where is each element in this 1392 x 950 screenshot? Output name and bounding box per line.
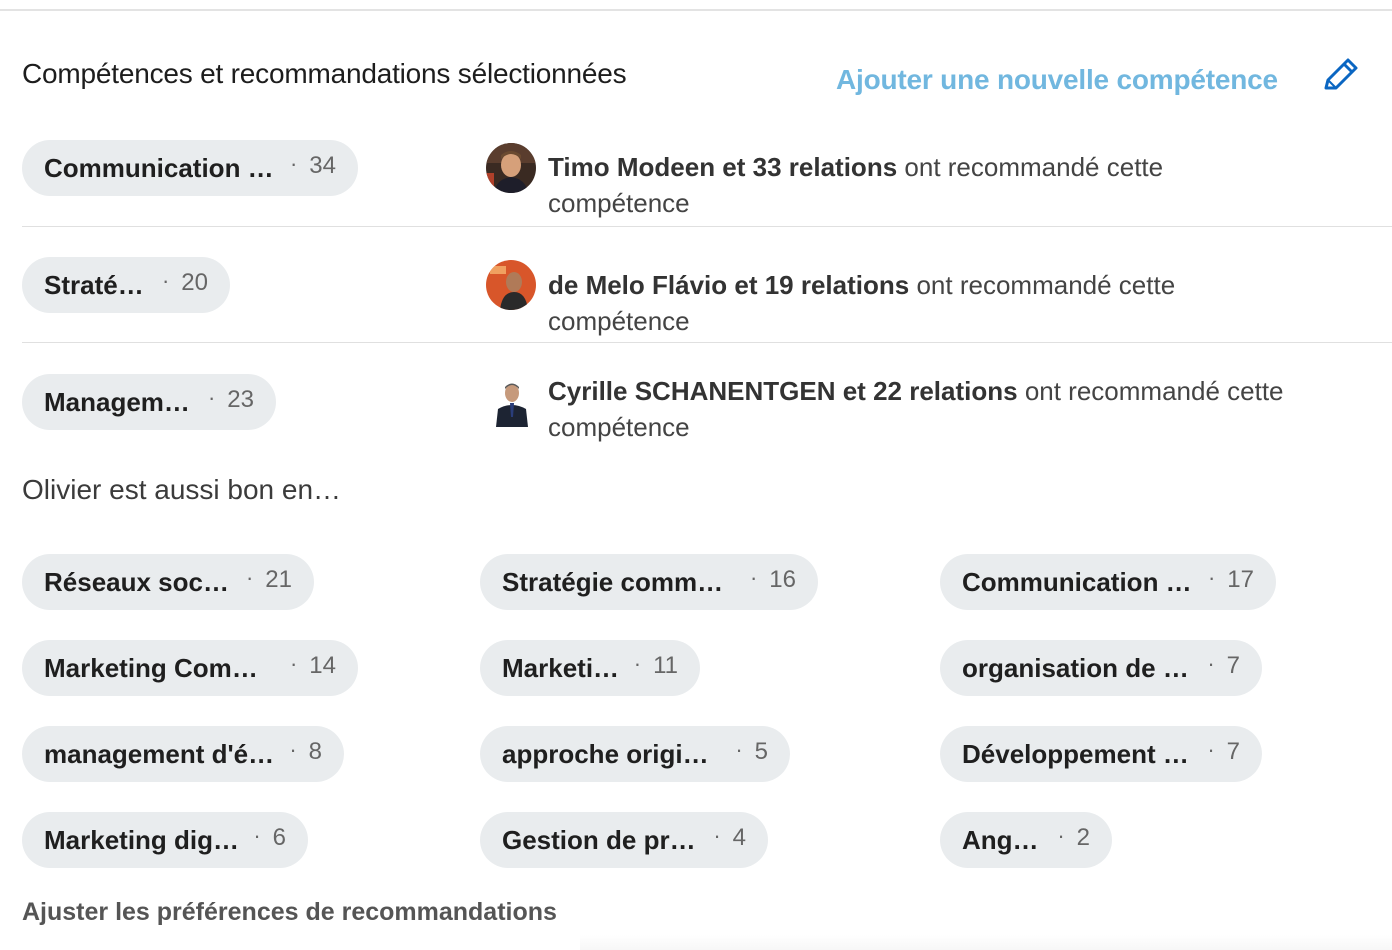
- separator-dot: ·: [289, 151, 298, 176]
- endorsement-count: 4: [732, 824, 746, 851]
- endorser-link[interactable]: Cyrille SCHANENTGEN et 22 relations: [548, 376, 1018, 406]
- skill-name: Gestion de projet: [502, 824, 700, 855]
- separator-dot: ·: [245, 565, 254, 590]
- skill-name: Stratégie: [44, 269, 148, 300]
- endorsement-count: 20: [181, 269, 208, 296]
- separator-dot: ·: [207, 385, 216, 410]
- bottom-shadow: [580, 935, 1392, 950]
- separator-dot: ·: [735, 737, 743, 762]
- skill-pill[interactable]: Anglais · 2: [940, 812, 1112, 868]
- endorsement-count: 2: [1076, 824, 1090, 851]
- endorsement-count: 8: [308, 738, 322, 765]
- featured-skill-pill[interactable]: Management · 23: [22, 374, 276, 430]
- separator-dot: ·: [1207, 565, 1216, 590]
- skill-pill[interactable]: Marketing Commu… · 14: [22, 640, 358, 696]
- avatar[interactable]: [486, 260, 536, 310]
- endorsement-count: 5: [754, 738, 768, 765]
- endorsement-text: de Melo Flávio et 19 relations ont recom…: [548, 267, 1308, 339]
- separator-dot: ·: [749, 565, 758, 590]
- skill-name: Réseaux sociaux: [44, 566, 232, 597]
- endorser-link[interactable]: de Melo Flávio et 19 relations: [548, 270, 909, 300]
- endorsement-count: 7: [1226, 738, 1240, 765]
- endorsement-count: 34: [309, 152, 336, 179]
- endorsement-count: 6: [272, 824, 286, 851]
- top-divider: [0, 0, 1392, 11]
- skill-name: Marketing Commu…: [44, 652, 276, 683]
- separator-dot: ·: [289, 651, 298, 676]
- skill-name: Stratégie commer…: [502, 566, 736, 597]
- section-title: Compétences et recommandations sélection…: [22, 58, 627, 89]
- separator-dot: ·: [253, 823, 261, 848]
- endorsement-count: 16: [769, 566, 796, 593]
- endorsement-count: 14: [309, 652, 336, 679]
- skill-name: Développement c…: [962, 738, 1194, 769]
- separator-dot: ·: [713, 823, 721, 848]
- separator-dot: ·: [289, 737, 297, 762]
- endorsement-text: Cyrille SCHANENTGEN et 22 relations ont …: [548, 373, 1308, 445]
- endorser-link[interactable]: Timo Modeen et 33 relations: [548, 152, 897, 182]
- skill-name: Management: [44, 386, 194, 417]
- skill-pill[interactable]: Développement c… · 7: [940, 726, 1262, 782]
- endorsement-count: 7: [1226, 652, 1240, 679]
- separator-dot: ·: [1057, 823, 1065, 848]
- separator-dot: ·: [633, 651, 642, 676]
- add-skill-link[interactable]: Ajouter une nouvelle compétence: [836, 64, 1278, 96]
- separator-dot: ·: [1207, 737, 1215, 762]
- skill-pill[interactable]: Stratégie commer… · 16: [480, 554, 818, 610]
- skill-name: organisation de pr…: [962, 652, 1194, 683]
- avatar[interactable]: [486, 377, 536, 427]
- skill-pill[interactable]: Gestion de projet · 4: [480, 812, 768, 868]
- featured-skill-pill[interactable]: Communication m.. · 34: [22, 140, 358, 196]
- skill-name: Communication d…: [962, 566, 1194, 597]
- skill-name: Communication m..: [44, 152, 276, 183]
- skill-name: Anglais: [962, 824, 1043, 855]
- endorsement-count: 17: [1227, 566, 1254, 593]
- avatar[interactable]: [486, 143, 536, 193]
- endorsement-text: Timo Modeen et 33 relations ont recomman…: [548, 149, 1308, 221]
- skill-pill[interactable]: approche originale · 5: [480, 726, 790, 782]
- featured-skill-pill[interactable]: Stratégie · 20: [22, 257, 230, 313]
- skill-name: Marketing: [502, 652, 620, 683]
- separator-dot: ·: [161, 268, 170, 293]
- endorsement-count: 11: [653, 652, 678, 679]
- row-divider: [22, 342, 1392, 343]
- skill-pill[interactable]: management d'éq… · 8: [22, 726, 344, 782]
- skill-pill[interactable]: organisation de pr… · 7: [940, 640, 1262, 696]
- also-good-heading: Olivier est aussi bon en…: [22, 474, 342, 505]
- skill-pill[interactable]: Marketing digital · 6: [22, 812, 308, 868]
- endorsement-count: 21: [265, 566, 292, 593]
- skill-name: management d'éq…: [44, 738, 276, 769]
- row-divider: [22, 226, 1392, 227]
- endorsement-count: 23: [227, 386, 254, 413]
- adjust-preferences-link[interactable]: Ajuster les préférences de recommandatio…: [22, 898, 557, 927]
- separator-dot: ·: [1207, 651, 1215, 676]
- skill-name: Marketing digital: [44, 824, 240, 855]
- skill-pill[interactable]: Marketing · 11: [480, 640, 700, 696]
- skill-name: approche originale: [502, 738, 722, 769]
- skill-pill[interactable]: Réseaux sociaux · 21: [22, 554, 314, 610]
- skill-pill[interactable]: Communication d… · 17: [940, 554, 1276, 610]
- pencil-icon[interactable]: [1318, 54, 1362, 98]
